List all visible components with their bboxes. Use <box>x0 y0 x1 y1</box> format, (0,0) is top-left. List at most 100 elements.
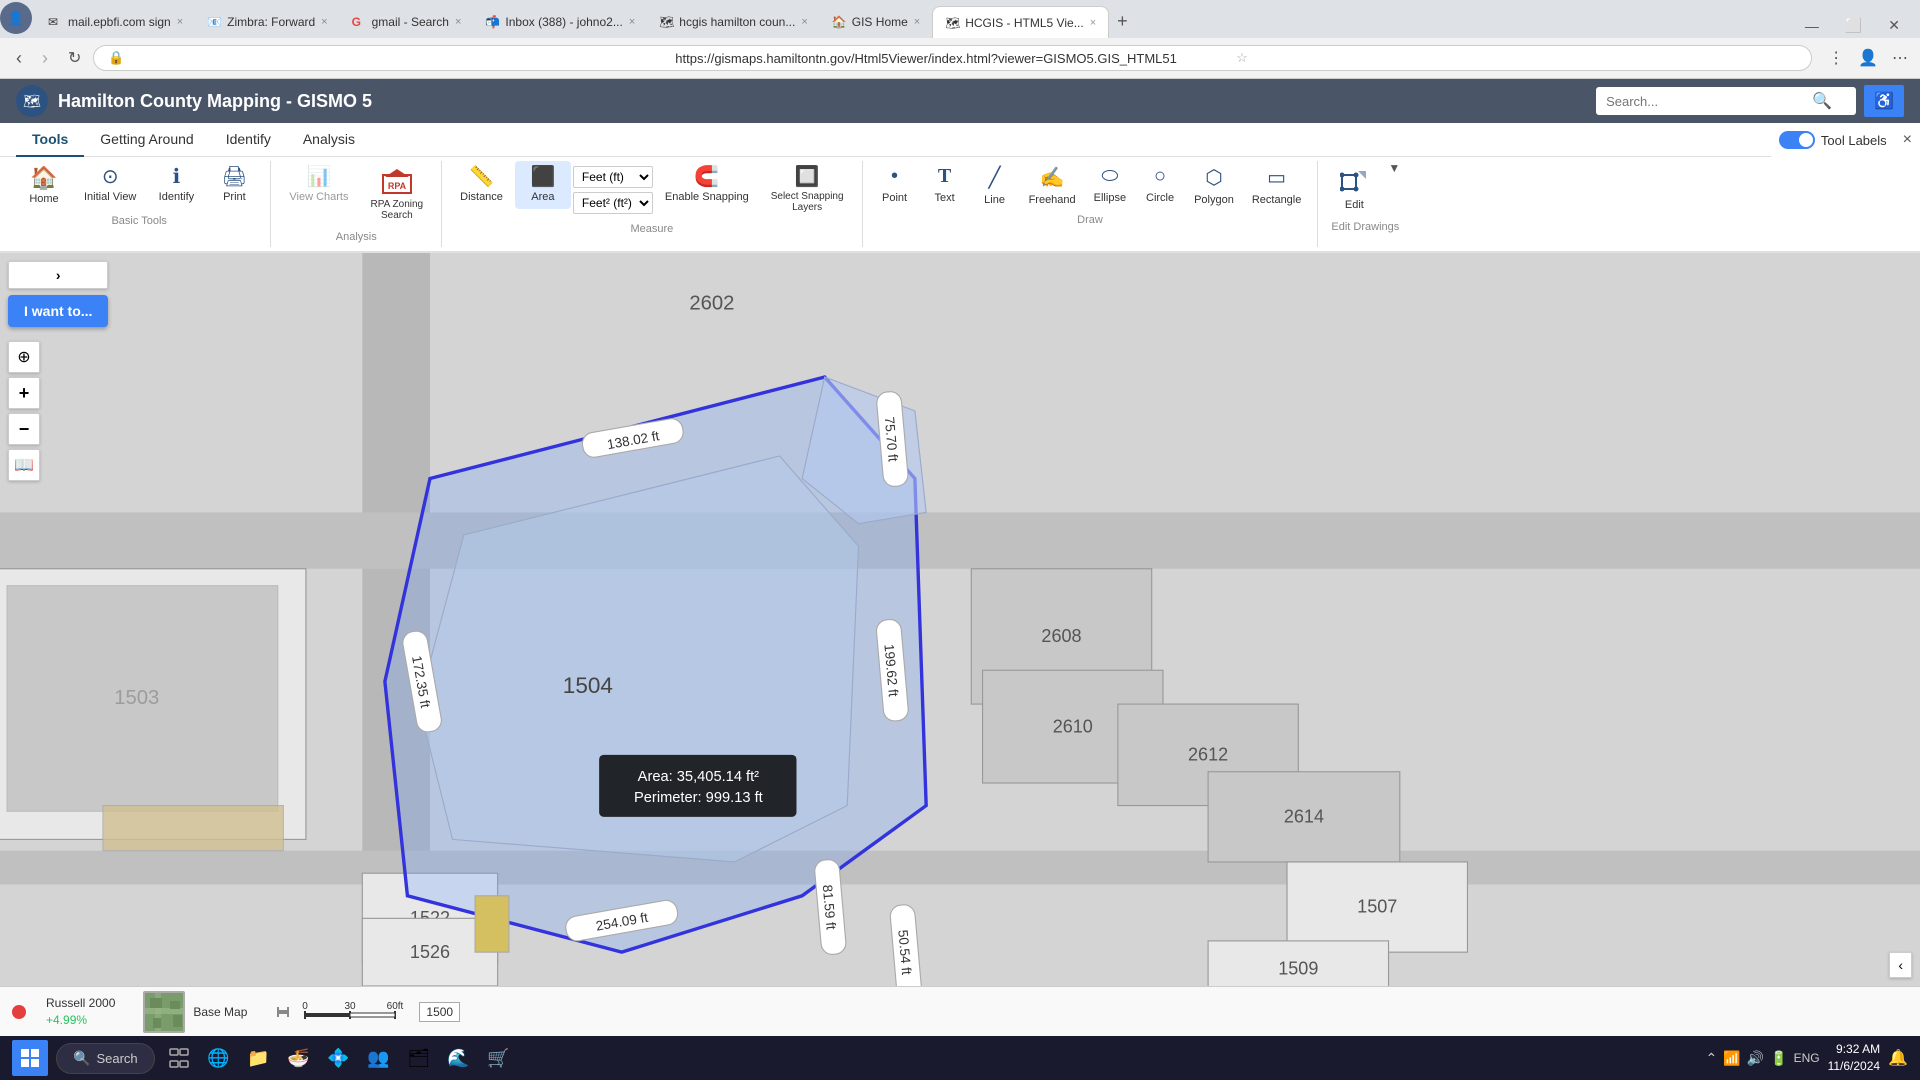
notification-icon[interactable]: 🔔 <box>1888 1048 1908 1068</box>
taskbar-icon-teams[interactable]: 👥 <box>363 1042 395 1074</box>
tab-close-4[interactable]: × <box>629 16 635 28</box>
collapse-panel-button[interactable]: › <box>8 261 108 289</box>
initial-view-button[interactable]: ⊙ Initial View <box>74 161 146 209</box>
browser-tab-1[interactable]: ✉ mail.epbfi.com sign × <box>36 6 195 38</box>
distance-button[interactable]: 📏 Distance <box>450 161 513 209</box>
unit1-select[interactable]: Feet (ft) <box>573 166 653 188</box>
distance-label: Distance <box>460 191 503 203</box>
tab-analysis[interactable]: Analysis <box>287 123 371 157</box>
profile-icon[interactable]: 👤 <box>0 2 32 34</box>
line-button[interactable]: ╱ Line <box>971 161 1019 210</box>
zoom-out-button[interactable]: − <box>8 413 40 445</box>
tab-close-1[interactable]: × <box>177 16 183 28</box>
accessibility-button[interactable]: ♿ <box>1864 85 1904 117</box>
extensions-icon[interactable]: ⋮ <box>1824 44 1848 72</box>
close-window-button[interactable]: ✕ <box>1876 13 1912 38</box>
unit2-select[interactable]: Feet² (ft²) <box>573 192 653 214</box>
minimize-button[interactable]: — <box>1793 14 1831 38</box>
tab-close-6[interactable]: × <box>914 16 920 28</box>
print-button[interactable]: 🖨 Print <box>206 161 262 209</box>
browser-tab-6[interactable]: 🏠 GIS Home × <box>820 6 932 38</box>
browser-tab-5[interactable]: 🗺 hcgis hamilton coun... × <box>647 6 820 38</box>
taskbar-icon-file[interactable]: 📁 <box>243 1042 275 1074</box>
home-icon: 🏠 <box>30 167 57 189</box>
view-charts-button[interactable]: 📊 View Charts <box>279 161 358 209</box>
select-snapping-button[interactable]: 🔲 Select SnappingLayers <box>761 161 854 219</box>
area-button[interactable]: ⬛ Area <box>515 161 571 209</box>
taskbar-icon-settings[interactable]: 💠 <box>323 1042 355 1074</box>
edit-button[interactable]: Edit <box>1326 161 1382 217</box>
start-button[interactable] <box>12 1040 48 1076</box>
zoom-in-button[interactable]: + <box>8 377 40 409</box>
taskbar-time[interactable]: 9:32 AM 11/6/2024 <box>1828 1041 1881 1075</box>
tool-labels-toggle[interactable] <box>1779 131 1815 149</box>
svg-text:2614: 2614 <box>1284 806 1324 826</box>
network-icon[interactable]: 📶 <box>1723 1050 1740 1067</box>
taskbar-icon-food[interactable]: 🍜 <box>283 1042 315 1074</box>
taskbar-icon-folder[interactable]: 🗂 <box>403 1042 435 1074</box>
i-want-to-button[interactable]: I want to... <box>8 295 108 327</box>
tab-getting-around[interactable]: Getting Around <box>84 123 209 157</box>
freehand-button[interactable]: ✍ Freehand <box>1021 161 1084 210</box>
map-collapse-right[interactable]: ‹ <box>1889 952 1912 978</box>
draw-group: • Point T Text ╱ Line ✍ Freehand <box>863 161 1319 247</box>
taskbar-icon-task-view[interactable] <box>163 1042 195 1074</box>
basemap-thumbnail[interactable] <box>143 991 185 1033</box>
browser-tab-3[interactable]: G gmail - Search × <box>340 6 474 38</box>
ellipse-button[interactable]: ⬭ Ellipse <box>1086 161 1134 208</box>
tab-tools[interactable]: Tools <box>16 123 84 157</box>
polygon-button[interactable]: ⬡ Polygon <box>1186 161 1242 210</box>
svg-text:RPA: RPA <box>388 181 407 191</box>
taskbar-icon-browser[interactable]: 🌐 <box>203 1042 235 1074</box>
browser-tab-2[interactable]: 📧 Zimbra: Forward × <box>195 6 339 38</box>
enable-snapping-label: Enable Snapping <box>665 191 749 203</box>
identify-button[interactable]: ℹ Identify <box>148 161 204 209</box>
address-bar[interactable]: 🔒 https://gismaps.hamiltontn.gov/Html5Vi… <box>93 45 1812 71</box>
settings-icon[interactable]: ⋯ <box>1888 44 1912 72</box>
restore-button[interactable]: ⬜ <box>1833 13 1874 38</box>
refresh-button[interactable]: ↻ <box>60 44 89 72</box>
back-button[interactable]: ‹ <box>8 44 30 73</box>
browser-tab-4[interactable]: 📬 Inbox (388) - johno2... × <box>473 6 647 38</box>
line-label: Line <box>984 194 1005 206</box>
scale-bar: 0 30 60ft 1500 <box>275 1001 460 1023</box>
status-indicator <box>12 1005 26 1019</box>
tab-close-2[interactable]: × <box>321 16 327 28</box>
rectangle-button[interactable]: ▭ Rectangle <box>1244 161 1310 210</box>
circle-button[interactable]: ○ Circle <box>1136 161 1184 208</box>
bookmark-icon[interactable]: ☆ <box>1236 50 1797 66</box>
enable-snapping-button[interactable]: 🧲 Enable Snapping <box>655 161 759 209</box>
new-tab-button[interactable]: + <box>1109 5 1136 38</box>
basemap-section[interactable]: Base Map <box>143 991 247 1033</box>
tab-identify[interactable]: Identify <box>210 123 287 157</box>
tab-close-5[interactable]: × <box>801 16 807 28</box>
account-icon[interactable]: 👤 <box>1854 44 1882 72</box>
locate-button[interactable]: ⊕ <box>8 341 40 373</box>
toolbar-body: 🏠 Home ⊙ Initial View ℹ Identify 🖨 Print <box>0 157 1920 251</box>
edit-dropdown-arrow[interactable]: ▼ <box>1384 161 1404 175</box>
collapse-right-button[interactable]: ‹ <box>1889 952 1912 978</box>
edit-drawings-label: Edit Drawings <box>1326 221 1404 237</box>
rpa-zoning-button[interactable]: RPA RPA ZoningSearch <box>361 161 434 227</box>
scale-icon[interactable] <box>275 1004 291 1020</box>
header-search[interactable]: 🔍 <box>1596 87 1856 115</box>
text-button[interactable]: T Text <box>921 161 969 208</box>
toolbar-tabs: Tools Getting Around Identify Analysis <box>0 123 1771 157</box>
battery-icon[interactable]: 🔋 <box>1770 1050 1787 1067</box>
tab-close-7[interactable]: × <box>1090 17 1096 29</box>
wifi-icon[interactable]: 🔊 <box>1747 1050 1764 1067</box>
search-icon[interactable]: 🔍 <box>1812 91 1832 111</box>
taskbar-icon-edge[interactable]: 🌊 <box>443 1042 475 1074</box>
forward-button[interactable]: › <box>34 44 56 73</box>
browser-tab-7[interactable]: 🗺 HCGIS - HTML5 Vie... × <box>932 6 1109 38</box>
point-button[interactable]: • Point <box>871 161 919 208</box>
home-button[interactable]: 🏠 Home <box>16 161 72 211</box>
chevron-up-icon[interactable]: ⌃ <box>1706 1050 1718 1067</box>
tab-title-3: gmail - Search <box>372 15 449 29</box>
tab-close-3[interactable]: × <box>455 16 461 28</box>
bookmarks-button[interactable]: 📖 <box>8 449 40 481</box>
taskbar-search[interactable]: 🔍 Search <box>56 1043 155 1074</box>
taskbar-icon-store[interactable]: 🛒 <box>483 1042 515 1074</box>
toolbar-close-button[interactable]: × <box>1895 127 1920 153</box>
header-search-input[interactable] <box>1606 94 1806 109</box>
